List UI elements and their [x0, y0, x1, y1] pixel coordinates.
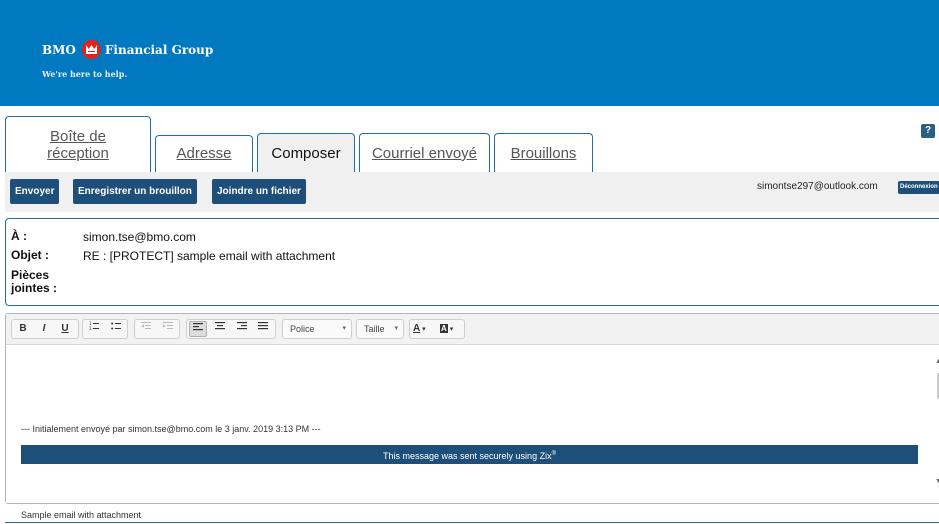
subject-label: Objet :	[11, 248, 49, 262]
tab-address-label: Adresse	[176, 145, 232, 162]
attachments-label: Pièces jointes :	[11, 269, 57, 295]
subject-field[interactable]: RE : [PROTECT] sample email with attachm…	[83, 249, 335, 263]
attachments-label-line1: Pièces	[11, 268, 50, 282]
list-group: 12	[82, 319, 128, 339]
size-select-label: Taille	[364, 324, 385, 334]
scroll-up-icon[interactable]: ▲	[935, 358, 939, 365]
align-left-icon[interactable]	[189, 321, 207, 337]
editor-scrollbar[interactable]: ▲ ▼	[934, 346, 939, 503]
zix-registered-mark: ®	[551, 451, 556, 457]
outdent-icon[interactable]	[137, 320, 155, 338]
compose-toolbar: Envoyer Enregistrer un brouillon Joindre…	[5, 172, 939, 212]
text-color-button[interactable]: A ▾	[413, 320, 437, 338]
zix-notice-text: This message was sent securely using Zix	[383, 451, 552, 461]
background-color-icon: A	[440, 324, 448, 333]
chevron-down-icon: ▾	[342, 325, 346, 332]
save-draft-button[interactable]: Enregistrer un brouillon	[73, 179, 197, 204]
tab-inbox-label-line2: réception	[47, 145, 109, 162]
brand-name-prefix: BMO	[42, 42, 76, 57]
tab-sent-label: Courriel envoyé	[371, 145, 478, 162]
tab-compose-label: Composer	[271, 145, 341, 162]
attach-file-button[interactable]: Joindre un fichier	[212, 179, 306, 204]
header-banner: BMO Financial Group We're here to help.	[0, 0, 939, 106]
indent-group	[134, 319, 180, 339]
align-right-icon[interactable]	[233, 320, 251, 338]
message-body-text: Sample email with attachment	[21, 510, 142, 520]
footer-divider	[5, 522, 939, 523]
scroll-down-icon[interactable]: ▼	[935, 478, 939, 485]
ordered-list-icon[interactable]: 12	[85, 320, 103, 338]
send-button[interactable]: Envoyer	[10, 179, 60, 204]
tab-sent[interactable]: Courriel envoyé	[359, 133, 490, 172]
tab-inbox[interactable]: Boîte de réception	[5, 116, 151, 172]
zix-secure-notice: This message was sent securely using Zix…	[21, 445, 918, 464]
color-group: A ▾ A ▾	[409, 319, 465, 339]
message-header-fields: À : simon.tse@bmo.com Objet : RE : [PROT…	[5, 218, 939, 306]
background-color-button[interactable]: A ▾	[440, 320, 464, 338]
chevron-down-icon: ▾	[394, 325, 398, 332]
attachments-label-line2: jointes :	[11, 281, 58, 295]
tab-drafts[interactable]: Brouillons	[494, 133, 593, 172]
to-field[interactable]: simon.tse@bmo.com	[83, 230, 196, 244]
svg-text:2: 2	[89, 326, 92, 331]
editor-toolbar: B I U 12 Police ▾ Taille ▾ A ▾ A ▾	[6, 314, 939, 345]
indent-icon[interactable]	[159, 320, 177, 338]
tab-drafts-label: Brouillons	[510, 145, 577, 162]
tab-inbox-label-line1: Boîte de	[50, 128, 106, 145]
tab-address[interactable]: Adresse	[155, 135, 253, 172]
size-select[interactable]: Taille ▾	[356, 319, 404, 339]
brand-tagline: We're here to help.	[42, 69, 128, 79]
logout-button[interactable]: Déconnexion	[898, 181, 939, 194]
justify-icon[interactable]	[254, 320, 272, 338]
font-select-label: Police	[290, 324, 315, 334]
brand-name-suffix: Financial Group	[104, 42, 214, 57]
message-body[interactable]: --- Initialement envoyé par simon.tse@bm…	[6, 346, 936, 520]
format-group: B I U	[11, 319, 79, 339]
unordered-list-icon[interactable]	[107, 320, 125, 338]
bmo-logo: BMO Financial Group	[42, 40, 213, 59]
align-center-icon[interactable]	[211, 320, 229, 338]
message-editor: B I U 12 Police ▾ Taille ▾ A ▾ A ▾ --- I…	[5, 313, 939, 520]
user-email: simontse297@outlook.com	[757, 181, 878, 192]
font-select[interactable]: Police ▾	[282, 319, 352, 339]
to-label: À :	[11, 229, 27, 243]
bold-button[interactable]: B	[14, 320, 32, 338]
align-group	[186, 319, 276, 339]
forward-header-line: --- Initialement envoyé par simon.tse@bm…	[21, 424, 321, 434]
bmo-roundel-icon	[81, 40, 101, 59]
underline-button[interactable]: U	[56, 320, 74, 338]
italic-button[interactable]: I	[35, 320, 53, 338]
tab-compose[interactable]: Composer	[257, 133, 355, 172]
help-icon[interactable]: ?	[921, 124, 935, 138]
